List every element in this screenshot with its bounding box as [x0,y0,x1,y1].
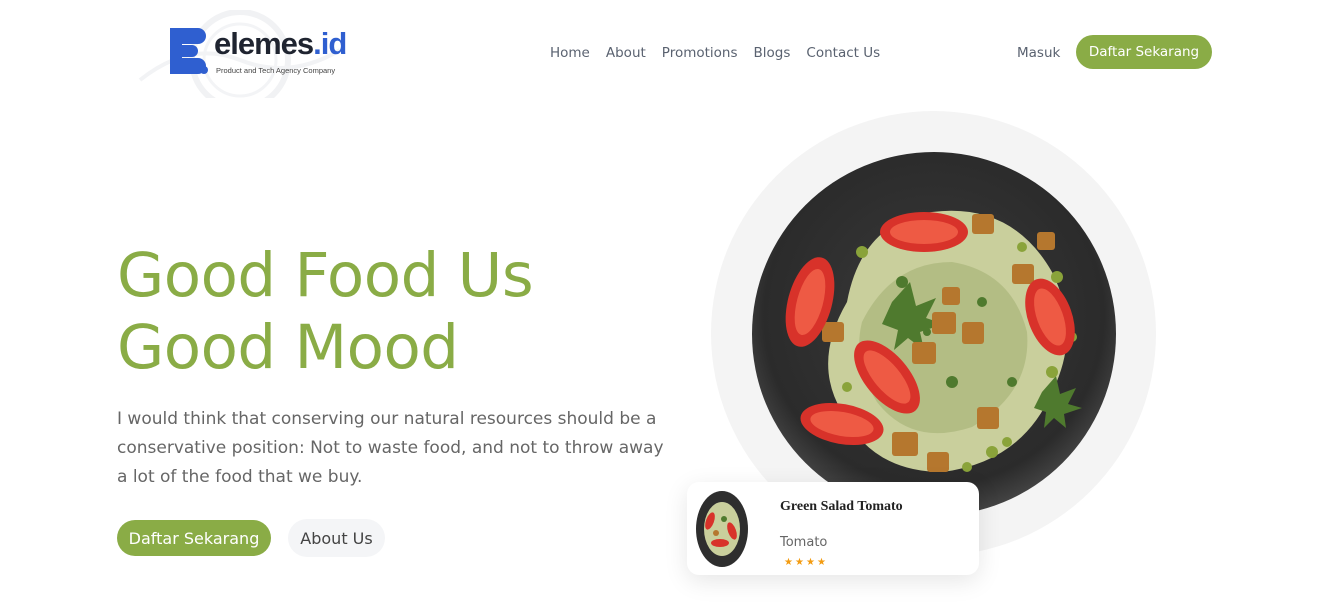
salad-plate-image [752,152,1116,516]
hero-headline-line-2: Good Mood [117,312,459,383]
star-icon: ★ [806,557,815,568]
hero-headline: Good Food Us Good Mood [117,240,677,384]
star-icon: ★ [817,557,826,568]
nav-blogs[interactable]: Blogs [754,44,791,62]
product-card[interactable]: Green Salad Tomato Tomato ★ ★ ★ ★ [687,482,979,575]
nav-home[interactable]: Home [550,44,590,62]
product-rating: ★ ★ ★ ★ [784,558,827,568]
logo-tagline: Product and Tech Agency Company [216,66,336,75]
hero-about-button[interactable]: About Us [288,519,385,557]
brand-logo[interactable]: elemes.id Product and Tech Agency Compan… [130,10,347,98]
hero-lead-text: I would think that conserving our natura… [117,409,664,487]
product-thumbnail-image [696,491,748,567]
logo-e-mark-icon [170,28,208,74]
product-subtitle: Tomato [780,535,828,550]
nav-about[interactable]: About [606,44,646,62]
star-icon: ★ [795,557,804,568]
main-nav: Home About Promotions Blogs Contact Us [550,44,880,62]
logo-wordmark: elemes.id [214,26,347,61]
product-title: Green Salad Tomato [780,499,903,514]
nav-promotions[interactable]: Promotions [662,44,738,62]
login-link[interactable]: Masuk [1017,44,1060,62]
hero-signup-button[interactable]: Daftar Sekarang [117,520,271,556]
star-icon: ★ [784,557,793,568]
hero-headline-line-1: Good Food Us [117,240,534,311]
nav-contact-us[interactable]: Contact Us [806,44,880,62]
header-signup-button[interactable]: Daftar Sekarang [1076,35,1212,69]
